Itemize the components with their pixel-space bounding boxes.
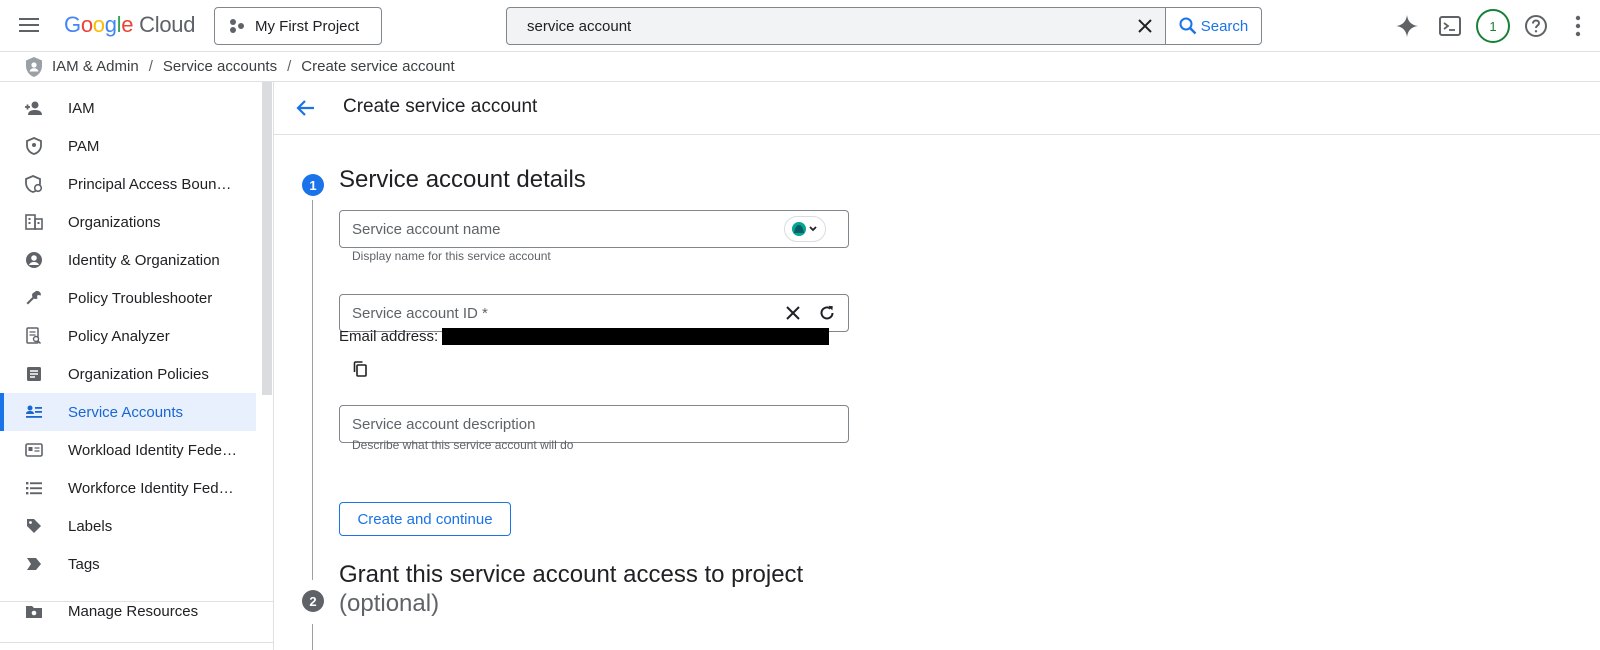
email-address-redacted xyxy=(442,328,830,345)
sidebar-item-pam[interactable]: PAM xyxy=(0,127,256,165)
sidebar-scrollbar[interactable] xyxy=(262,82,272,395)
sidebar-item-iam[interactable]: IAM xyxy=(0,89,256,127)
project-icon xyxy=(229,18,245,34)
list-icon xyxy=(24,478,44,498)
top-bar: GoogleCloud My First Project Search 1 xyxy=(0,0,1600,52)
more-options-icon[interactable] xyxy=(1563,11,1593,41)
sidebar-item-workload-identity-federation[interactable]: Workload Identity Fede… xyxy=(0,431,256,469)
iam-shield-icon xyxy=(26,56,42,77)
gemini-sparkle-icon[interactable] xyxy=(1392,11,1422,41)
search-icon xyxy=(1179,17,1197,35)
sidebar-item-organization-policies[interactable]: Organization Policies xyxy=(0,355,256,393)
page-title: Create service account xyxy=(343,96,538,117)
sidebar-item-tags[interactable]: Tags xyxy=(0,545,256,583)
google-cloud-logo[interactable]: Google Cloud xyxy=(64,12,195,38)
clear-search-icon[interactable] xyxy=(1125,8,1165,44)
service-account-name-input[interactable] xyxy=(340,211,784,247)
step-2-title: Grant this service account access to pro… xyxy=(339,560,803,618)
step-2-optional-label: (optional) xyxy=(339,590,440,617)
sidebar-item-service-accounts[interactable]: Service Accounts xyxy=(0,393,256,431)
step-1-title: Service account details xyxy=(339,166,586,193)
sidebar-item-workforce-identity-federation[interactable]: Workforce Identity Fed… xyxy=(0,469,256,507)
manage-resources-icon xyxy=(24,601,44,621)
service-account-description-input[interactable] xyxy=(340,406,848,442)
help-icon[interactable] xyxy=(1521,11,1551,41)
service-account-id-input[interactable] xyxy=(340,295,776,331)
cloud-shell-icon[interactable] xyxy=(1435,11,1465,41)
search-button-label: Search xyxy=(1200,17,1249,35)
person-add-icon xyxy=(24,98,44,118)
main-menu-icon[interactable] xyxy=(16,14,42,38)
service-account-name-hint: Display name for this service account xyxy=(352,249,551,263)
badge-icon xyxy=(24,440,44,460)
step-2-title-text: Grant this service account access to pro… xyxy=(339,561,804,588)
create-and-continue-button[interactable]: Create and continue xyxy=(339,502,511,536)
back-arrow-icon[interactable] xyxy=(294,96,320,122)
service-account-id-field xyxy=(339,294,849,332)
page-header: Create service account xyxy=(274,82,1600,135)
document-search-icon xyxy=(24,326,44,346)
password-manager-extension-icon[interactable] xyxy=(784,216,826,242)
sidebar: IAM PAM Principal Access Boun… Organizat… xyxy=(0,82,274,650)
service-account-icon xyxy=(24,402,44,422)
sidebar-item-organizations[interactable]: Organizations xyxy=(0,203,256,241)
step-1-indicator: 1 xyxy=(302,174,324,196)
sidebar-divider xyxy=(0,642,274,643)
step-connector-line xyxy=(312,624,313,650)
search-bar: Search xyxy=(506,7,1262,45)
sidebar-item-labels[interactable]: Labels xyxy=(0,507,256,545)
breadcrumb-separator: / xyxy=(287,58,292,75)
label-arrow-icon xyxy=(24,554,44,574)
step-connector-line xyxy=(312,200,313,580)
shield-icon xyxy=(24,136,44,156)
breadcrumb-iam-admin[interactable]: IAM & Admin xyxy=(52,58,139,75)
main-content: Create service account 1 Service account… xyxy=(274,82,1600,650)
regenerate-id-icon[interactable] xyxy=(810,296,844,330)
service-account-description-hint: Describe what this service account will … xyxy=(352,438,574,452)
email-address-label: Email address: xyxy=(339,328,439,345)
tag-icon xyxy=(24,516,44,536)
copy-icon[interactable] xyxy=(348,357,372,381)
breadcrumb: IAM & Admin / Service accounts / Create … xyxy=(0,52,1600,82)
wrench-icon xyxy=(24,288,44,308)
search-input[interactable] xyxy=(507,8,1125,44)
account-circle-icon xyxy=(24,250,44,270)
project-name: My First Project xyxy=(255,17,360,35)
service-account-name-field xyxy=(339,210,849,248)
step-2-indicator: 2 xyxy=(302,590,324,612)
sidebar-item-policy-analyzer[interactable]: Policy Analyzer xyxy=(0,317,256,355)
sidebar-item-identity-organization[interactable]: Identity & Organization xyxy=(0,241,256,279)
breadcrumb-separator: / xyxy=(148,58,153,75)
notifications-badge[interactable]: 1 xyxy=(1476,9,1510,43)
clear-id-icon[interactable] xyxy=(776,296,810,330)
article-icon xyxy=(24,364,44,384)
shield-gear-icon xyxy=(24,174,44,194)
sidebar-item-policy-troubleshooter[interactable]: Policy Troubleshooter xyxy=(0,279,256,317)
breadcrumb-current: Create service account xyxy=(301,58,455,75)
breadcrumb-service-accounts[interactable]: Service accounts xyxy=(163,58,277,75)
email-address-row: Email address: xyxy=(339,328,830,345)
search-button[interactable]: Search xyxy=(1165,8,1261,44)
sidebar-item-principal-access-boundary[interactable]: Principal Access Boun… xyxy=(0,165,256,203)
project-picker-button[interactable]: My First Project xyxy=(214,7,382,45)
building-icon xyxy=(24,212,44,232)
sidebar-item-manage-resources[interactable]: Manage Resources xyxy=(0,592,256,630)
